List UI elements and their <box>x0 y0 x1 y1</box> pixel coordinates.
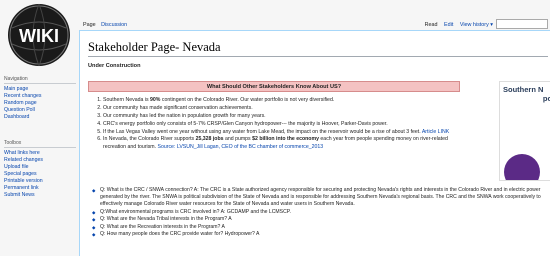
tab-view-history[interactable]: View history ▾ <box>460 22 493 28</box>
content-area: Stakeholder Page- Nevada Under Construct… <box>79 30 550 256</box>
wiki-logo[interactable]: WIKI <box>2 2 76 68</box>
tool-permanent-link[interactable]: Permanent link <box>4 185 76 192</box>
tab-page[interactable]: Page <box>83 22 96 28</box>
qa-item: Q: How many people does the CRC provide … <box>92 231 548 238</box>
page-title: Stakeholder Page- Nevada <box>88 40 221 54</box>
pie-chart-graphic <box>504 154 540 180</box>
qa-list: Q: What is the CRC / SNWA connection? A:… <box>92 187 548 239</box>
tool-special-pages[interactable]: Special pages <box>4 171 76 178</box>
title-divider <box>88 56 548 57</box>
qa-item: Q:What environmental programs is CRC inv… <box>92 209 548 216</box>
stakeholder-banner: What Should Other Stakeholders Know Abou… <box>88 81 460 92</box>
list-item: Our community has made significant conse… <box>103 105 465 113</box>
toolbox-heading: Toolbox <box>4 140 76 148</box>
qa-item: Q: What are the Recreation interests in … <box>92 224 548 231</box>
list-item: If the Las Vegas Valley went one year wi… <box>103 129 465 137</box>
list-item: In Nevada, the Colorado River supports 2… <box>103 136 465 151</box>
navigation-portlet: Navigation Main page Recent changes Rand… <box>4 76 76 121</box>
list-item: CRC's energy portfolio only consists of … <box>103 121 465 129</box>
southern-nevada-panel: Southern N por <box>499 81 550 181</box>
tool-submit-news[interactable]: Submit News <box>4 192 76 199</box>
tool-printable-version[interactable]: Printable version <box>4 178 76 185</box>
tab-read[interactable]: Read <box>425 22 438 28</box>
list-item: Our community has led the nation in popu… <box>103 113 465 121</box>
source-link[interactable]: Source: LVSUN_Jill Lagan, CEO of the BC … <box>158 144 324 150</box>
panel-title: Southern N por <box>503 85 550 103</box>
tool-related-changes[interactable]: Related changes <box>4 157 76 164</box>
namespace-tabs: Page Discussion <box>83 22 131 28</box>
nav-question-poll[interactable]: Question Poll <box>4 107 76 114</box>
nav-main-page[interactable]: Main page <box>4 86 76 93</box>
search-input[interactable] <box>496 19 548 29</box>
facts-list: Southern Nevada is 90% contingent on the… <box>95 97 465 152</box>
qa-item: Q: What are the Nevada Tribal interests … <box>92 216 548 223</box>
logo-text: WIKI <box>19 26 59 46</box>
under-construction-note: Under Construction <box>88 63 141 69</box>
tab-edit[interactable]: Edit <box>444 22 453 28</box>
tool-what-links-here[interactable]: What links here <box>4 150 76 157</box>
nav-dashboard[interactable]: Dashboard <box>4 114 76 121</box>
sidebar: WIKI Navigation Main page Recent changes… <box>0 0 78 256</box>
nav-recent-changes[interactable]: Recent changes <box>4 93 76 100</box>
toolbox-portlet: Toolbox What links here Related changes … <box>4 140 76 199</box>
qa-item: Q: What is the CRC / SNWA connection? A:… <box>92 187 548 208</box>
view-tabs: Read Edit View history ▾ <box>420 22 493 28</box>
navigation-heading: Navigation <box>4 76 76 84</box>
nav-random-page[interactable]: Random page <box>4 100 76 107</box>
tab-discussion[interactable]: Discussion <box>101 22 127 28</box>
tool-upload-file[interactable]: Upload file <box>4 164 76 171</box>
list-item: Southern Nevada is 90% contingent on the… <box>103 97 465 105</box>
article-link[interactable]: Article LINK <box>422 129 449 135</box>
